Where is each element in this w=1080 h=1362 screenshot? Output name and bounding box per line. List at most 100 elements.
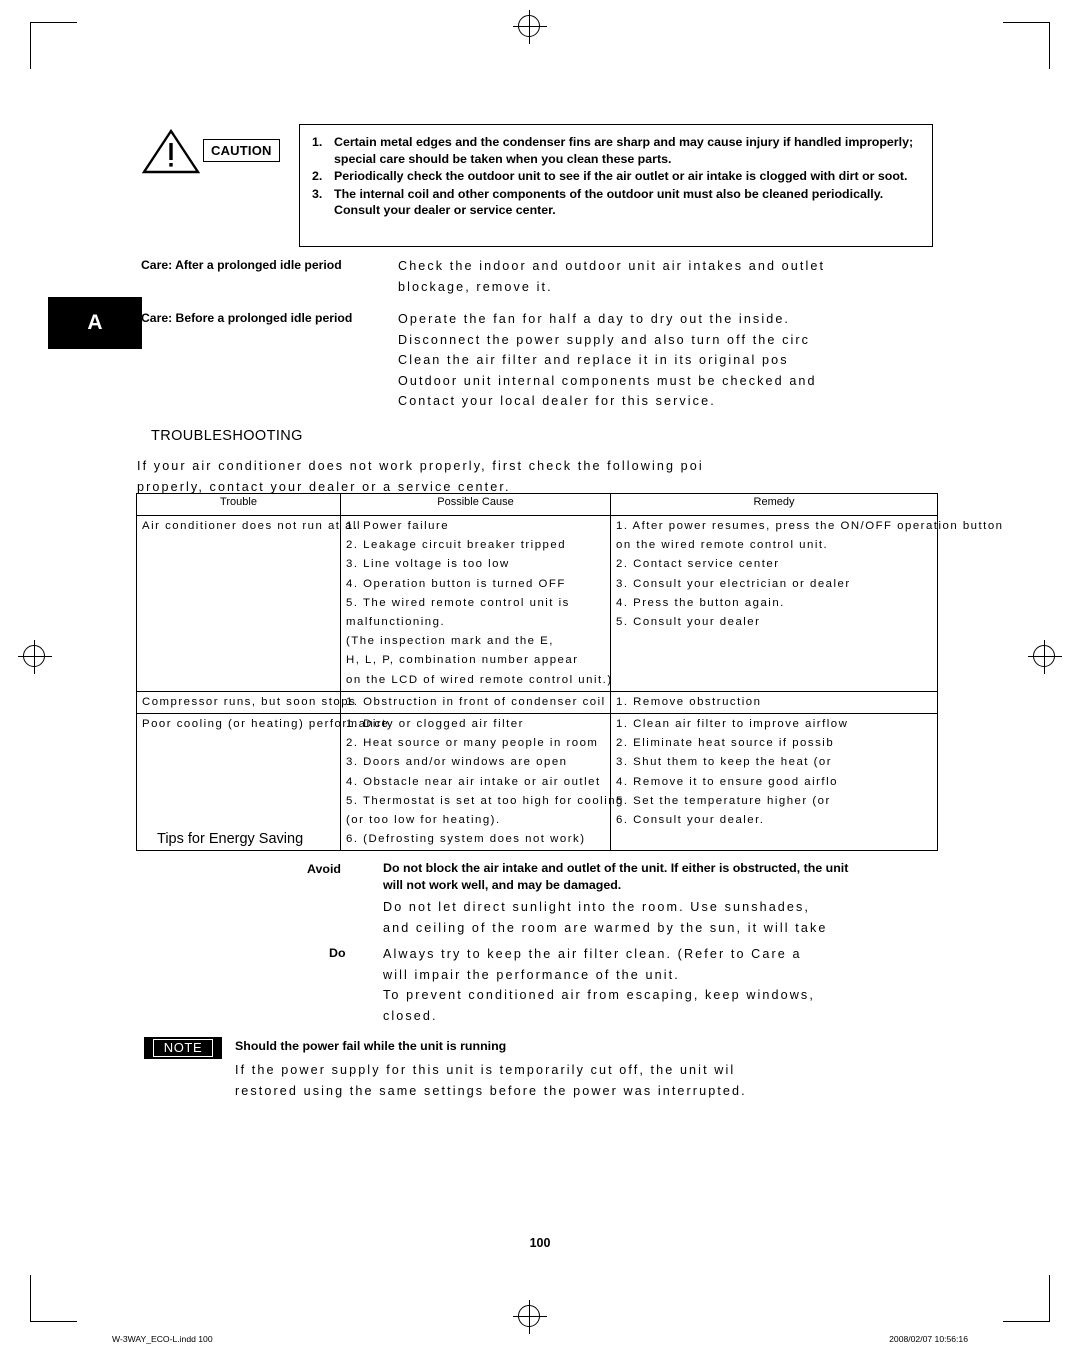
tips-avoid-body: Do not let direct sunlight into the room… [383, 897, 828, 938]
troubleshooting-title: TROUBLESHOOTING [151, 428, 303, 444]
cell-line: 1. Power failure [346, 520, 450, 532]
tips-avoid-line: and ceiling of the room are warmed by th… [383, 920, 828, 935]
table-cell-remedy: 1. Clean air filter to improve airflow 2… [610, 713, 938, 852]
tips-title: Tips for Energy Saving [157, 831, 304, 847]
registration-mark-left [18, 640, 52, 674]
care-before-line: Clean the air filter and replace it in i… [398, 353, 789, 367]
page-number: 100 [529, 1236, 551, 1250]
cell-line: Air conditioner does not run at all [142, 520, 362, 532]
table-header-cause: Possible Cause [340, 493, 611, 516]
table-header-remedy: Remedy [610, 493, 938, 516]
crop-mark-bottom-left [30, 1275, 77, 1322]
crop-mark-top-left [30, 22, 77, 69]
cell-line: 4. Operation button is turned OFF [346, 577, 566, 590]
cell-line: 1. After power resumes, press the ON/OFF… [616, 520, 1004, 532]
care-after-label: Care: After a prolonged idle period [141, 258, 342, 272]
tips-do-line: will impair the performance of the unit. [383, 967, 680, 982]
caution-item-text: The internal coil and other components o… [334, 186, 884, 218]
care-before-line: Disconnect the power supply and also tur… [398, 332, 811, 347]
care-before-line: Outdoor unit internal components must be… [398, 373, 817, 388]
tips-avoid-bold: Do not block the air intake and outlet o… [383, 860, 848, 894]
table-cell-trouble: Air conditioner does not run at all [136, 515, 362, 692]
table-cell-remedy: 1. Remove obstruction [610, 690, 938, 715]
caution-item-text: Periodically check the outdoor unit to s… [334, 169, 908, 184]
tips-do-line: closed. [383, 1008, 438, 1023]
crop-mark-top-right [1003, 22, 1050, 69]
troubleshooting-intro-line: If your air conditioner does not work pr… [137, 459, 704, 473]
troubleshooting-table: Trouble Possible Cause Remedy Air condit… [136, 493, 1004, 852]
table-cell-trouble: Compressor runs, but soon stops [136, 690, 357, 715]
cell-line: 2. Eliminate heat source if possib [616, 737, 835, 750]
cell-line: 4. Obstacle near air intake or air outle… [346, 775, 601, 788]
care-before-label: Care: Before a prolonged idle period [141, 311, 353, 325]
cell-line: 4. Press the button again. [616, 596, 785, 609]
tips-do-body: Always try to keep the air filter clean.… [383, 944, 815, 1026]
table-cell-remedy: 1. After power resumes, press the ON/OFF… [610, 515, 1004, 692]
caution-item: 1. Certain metal edges and the condenser… [312, 134, 924, 167]
tips-avoid-label: Avoid [307, 862, 341, 876]
cell-line: 1. Clean air filter to improve airflow [616, 718, 849, 731]
cell-line: 2. Leakage circuit breaker tripped [346, 539, 567, 552]
cell-line: 5. Consult your dealer [616, 616, 761, 629]
table-row: Air conditioner does not run at all 1. P… [136, 515, 1004, 692]
tips-avoid-bold-line: Do not block the air intake and outlet o… [383, 861, 849, 875]
care-before-line: Contact your local dealer for this servi… [398, 394, 716, 408]
tips-do-line: To prevent conditioned air from escaping… [383, 988, 815, 1002]
caution-item-number: 2. [312, 169, 323, 184]
caution-item-text: Certain metal edges and the condenser fi… [334, 135, 914, 166]
cell-line: 1. Obstruction in front of condenser coi… [346, 695, 606, 708]
table-cell-cause: 1. Power failure 2. Leakage circuit brea… [340, 515, 613, 692]
section-tab-a: A [48, 297, 142, 349]
table-row: Compressor runs, but soon stops 1. Obstr… [136, 690, 938, 715]
care-after-line: Check the indoor and outdoor unit air in… [398, 259, 826, 273]
warning-triangle-icon [141, 128, 201, 174]
tips-avoid-bold-line: will not work well, and may be damaged. [383, 878, 622, 892]
note-line: If the power supply for this unit is tem… [235, 1063, 736, 1077]
footer-filename: W-3WAY_ECO-L.indd 100 [112, 1334, 213, 1344]
caution-item-number: 1. [312, 135, 323, 149]
cell-line: 5. Thermostat is set at too high for coo… [346, 794, 624, 807]
table-header-trouble: Trouble [136, 493, 341, 516]
cell-line: (The inspection mark and the E, [346, 635, 554, 648]
care-after-body: Check the indoor and outdoor unit air in… [398, 256, 825, 297]
cell-line: Compressor runs, but soon stops [142, 695, 357, 708]
caution-item-number: 3. [312, 186, 323, 201]
cell-line: 5. Set the temperature higher (or [616, 794, 831, 807]
troubleshooting-intro: If your air conditioner does not work pr… [137, 456, 704, 497]
footer-timestamp: 2008/02/07 10:56:16 [889, 1334, 968, 1344]
cell-line: 2. Heat source or many people in room [346, 737, 599, 750]
note-badge: NOTE [144, 1037, 222, 1059]
registration-mark-top [513, 10, 547, 44]
note-badge-label: NOTE [152, 1039, 214, 1057]
table-header-row: Trouble Possible Cause Remedy [136, 493, 938, 516]
cell-line: 1. Remove obstruction [616, 695, 762, 708]
cell-line: 3. Line voltage is too low [346, 558, 510, 571]
cell-line: 5. The wired remote control unit is [346, 596, 570, 609]
cell-line: 3. Shut them to keep the heat (or [616, 756, 833, 769]
caution-label: CAUTION [203, 139, 280, 162]
table-cell-cause: 1. Dirty or clogged air filter 2. Heat s… [340, 713, 624, 852]
caution-item: 2. Periodically check the outdoor unit t… [312, 168, 924, 185]
care-before-body: Operate the fan for half a day to dry ou… [398, 309, 817, 412]
cell-line: 3. Consult your electrician or dealer [616, 577, 851, 590]
cell-line: 4. Remove it to ensure good airflo [616, 775, 838, 788]
cell-line: 6. Consult your dealer. [616, 814, 765, 827]
note-line: restored using the same settings before … [235, 1083, 747, 1098]
cell-line: 3. Doors and/or windows are open [346, 756, 568, 769]
crop-mark-bottom-right [1003, 1275, 1050, 1322]
cell-line: 1. Dirty or clogged air filter [346, 718, 524, 731]
tips-do-label: Do [329, 946, 346, 960]
cell-line: Poor cooling (or heating) performance [142, 718, 390, 731]
registration-mark-right [1028, 640, 1062, 674]
cell-line: on the LCD of wired remote control unit.… [346, 673, 613, 686]
cell-line: 2. Contact service center [616, 558, 780, 571]
cell-line: 6. (Defrosting system does not work) [346, 833, 586, 846]
tips-do-line: Always try to keep the air filter clean.… [383, 947, 802, 961]
cell-line: malfunctioning. [346, 616, 446, 629]
tips-avoid-line: Do not let direct sunlight into the room… [383, 900, 811, 914]
note-title: Should the power fail while the unit is … [235, 1039, 507, 1053]
care-before-line: Operate the fan for half a day to dry ou… [398, 312, 791, 326]
caution-item: 3. The internal coil and other component… [312, 186, 924, 219]
note-body: If the power supply for this unit is tem… [235, 1060, 747, 1101]
table-cell-cause: 1. Obstruction in front of condenser coi… [340, 690, 611, 715]
